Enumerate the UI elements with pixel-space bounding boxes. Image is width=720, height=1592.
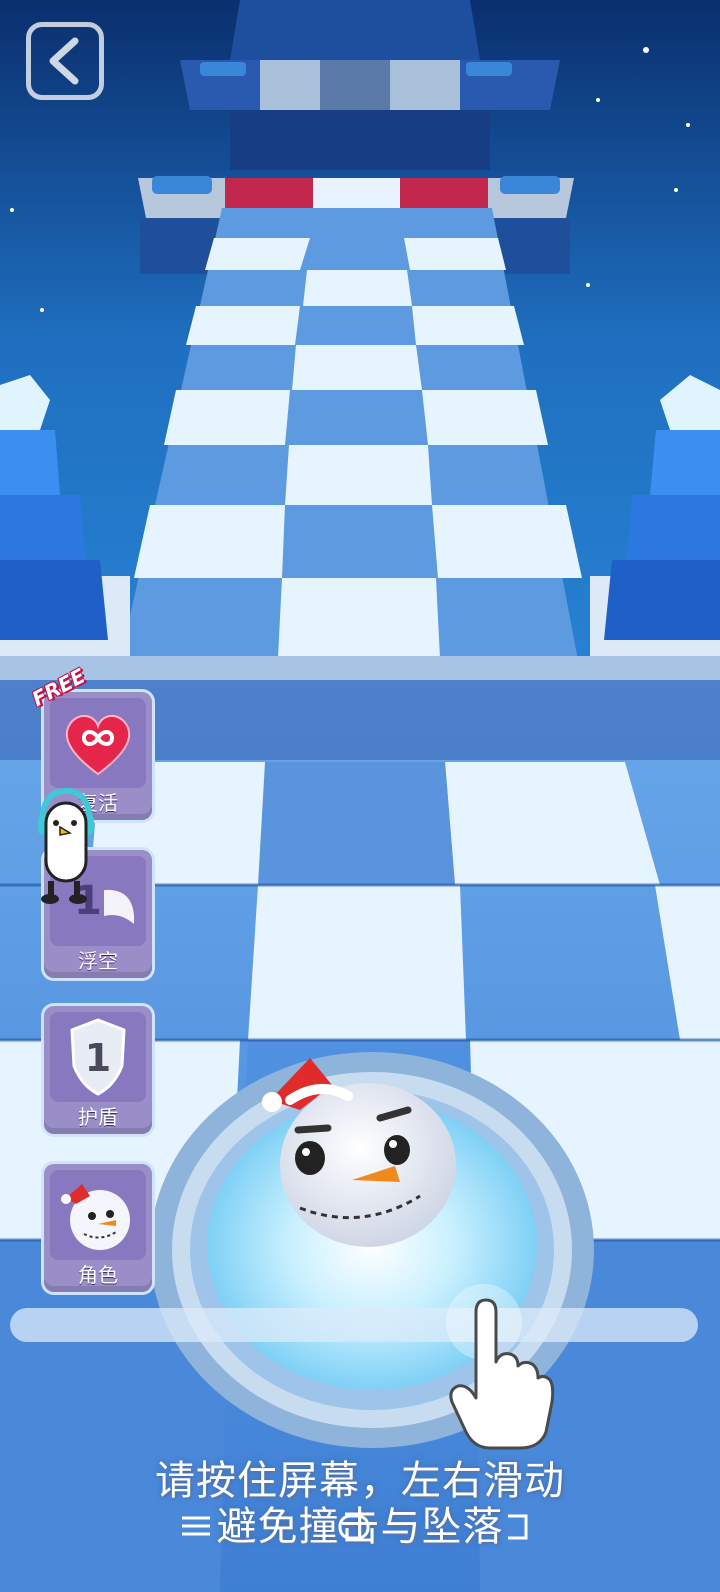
ledge-edge [0, 656, 720, 680]
powerup-shield[interactable]: 1 护盾 [44, 1006, 152, 1134]
powerup-count: 1 [84, 1036, 112, 1080]
powerup-character[interactable]: 角色 [44, 1164, 152, 1292]
powerup-label: 角色 [78, 1263, 118, 1287]
powerup-label: 浮空 [78, 949, 118, 973]
tutorial-hand-icon [446, 1284, 555, 1450]
infinity-heart-icon [65, 715, 131, 776]
snowman-icon [61, 1184, 130, 1250]
slide-track[interactable] [10, 1308, 698, 1342]
system-nav-bar [182, 1514, 528, 1540]
powerup-label: 护盾 [78, 1105, 118, 1129]
chevron-left-icon [49, 37, 79, 85]
back-button[interactable] [26, 22, 104, 100]
penguin-mascot-icon [38, 787, 94, 904]
